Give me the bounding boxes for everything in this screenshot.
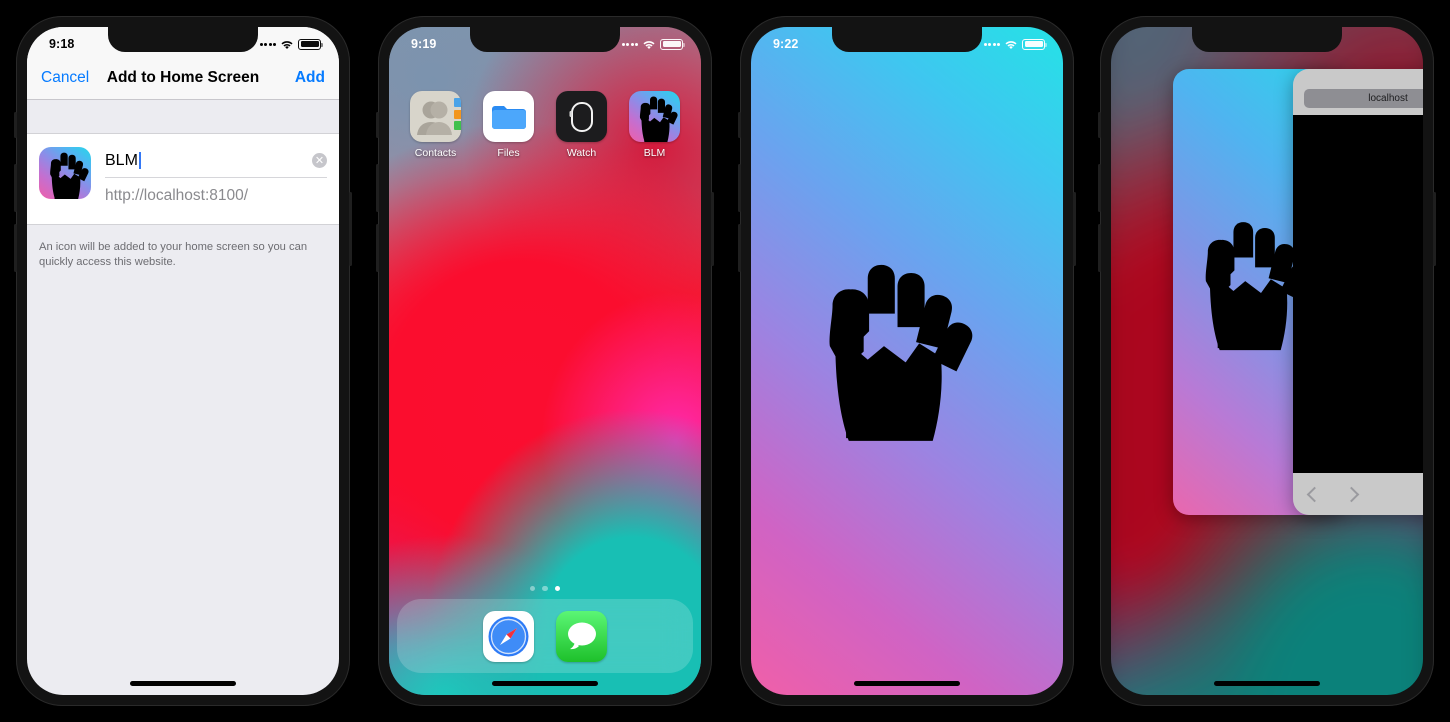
dock: [397, 599, 693, 673]
form-note: An icon will be added to your home scree…: [39, 241, 308, 268]
volume-down-button[interactable]: [376, 224, 379, 272]
page-dot[interactable]: [529, 585, 536, 591]
page-dot[interactable]: [542, 585, 548, 591]
bookmark-form: BLM ✕ http://localhost:8100/: [27, 133, 339, 225]
title-input-value[interactable]: BLM: [105, 152, 138, 170]
power-button[interactable]: [1433, 192, 1436, 266]
add-button[interactable]: Add: [295, 69, 325, 87]
page-dots[interactable]: [389, 585, 701, 591]
volume-up-button[interactable]: [14, 164, 17, 212]
phone2-screen: 9:19 Contacts Files Watch BLM: [389, 27, 701, 695]
silent-switch[interactable]: [14, 112, 17, 138]
silent-switch[interactable]: [1098, 112, 1101, 138]
app-blm[interactable]: BLM: [618, 91, 691, 159]
app-label: BLM: [643, 147, 666, 159]
notch: [1192, 27, 1342, 52]
phone-splash-screen: 9:22: [738, 16, 1076, 706]
home-indicator[interactable]: [854, 681, 960, 686]
home-indicator[interactable]: [492, 681, 598, 686]
phone3-screen: 9:22: [751, 27, 1063, 695]
silent-switch[interactable]: [738, 112, 741, 138]
power-button[interactable]: [349, 192, 352, 266]
notch: [108, 27, 258, 52]
blm-fist-icon: [829, 264, 973, 441]
watch-icon: [556, 91, 607, 142]
phone-add-to-home-screen: 9:18 Cancel Add to Home Screen Add BLM ✕…: [14, 16, 352, 706]
app-files[interactable]: Files: [472, 91, 545, 159]
form-background: [27, 231, 339, 695]
url-field[interactable]: http://localhost:8100/: [105, 178, 327, 214]
app-label: Contacts: [414, 147, 457, 159]
contacts-tabs: [454, 98, 461, 133]
volume-up-button[interactable]: [738, 164, 741, 212]
safari-icon[interactable]: [483, 610, 534, 662]
messages-icon[interactable]: [556, 610, 607, 662]
blm-fist-icon: [629, 91, 680, 142]
phone-app-switcher: BLM Safari: [1098, 16, 1436, 706]
chevron-right-icon[interactable]: [1343, 486, 1360, 502]
volume-down-button[interactable]: [14, 224, 17, 272]
app-label: Files: [497, 147, 520, 159]
clear-circle-icon[interactable]: ✕: [312, 153, 327, 168]
screenshot-stage: 9:18 Cancel Add to Home Screen Add BLM ✕…: [0, 0, 1450, 722]
app-switcher-cards: BLM Safari: [1111, 27, 1423, 695]
home-indicator[interactable]: [1214, 681, 1320, 686]
app-card-safari[interactable]: localhost: [1293, 69, 1423, 515]
page-dot-active[interactable]: [554, 585, 561, 591]
volume-down-button[interactable]: [1098, 224, 1101, 272]
notch: [832, 27, 982, 52]
home-indicator[interactable]: [130, 681, 236, 686]
files-icon: [483, 91, 534, 142]
title-field-row[interactable]: BLM ✕: [105, 144, 327, 178]
app-contacts[interactable]: Contacts: [399, 91, 472, 159]
silent-switch[interactable]: [376, 112, 379, 138]
safari-toolbar: [1293, 473, 1423, 515]
chevron-left-icon[interactable]: [1306, 486, 1323, 502]
notch: [470, 27, 620, 52]
app-watch[interactable]: Watch: [545, 91, 618, 159]
contacts-icon: [410, 91, 461, 142]
home-screen-grid: Contacts Files Watch BLM: [389, 91, 701, 159]
cancel-button[interactable]: Cancel: [41, 69, 89, 87]
url-value: http://localhost:8100/: [105, 187, 249, 204]
volume-down-button[interactable]: [738, 224, 741, 272]
phone-home-screen: 9:19 Contacts Files Watch BLM: [376, 16, 714, 706]
safari-page-body: [1293, 115, 1423, 473]
phone4-screen: BLM Safari: [1111, 27, 1423, 695]
blm-fist-icon: [39, 147, 91, 199]
sheet-gap: [27, 100, 339, 133]
volume-up-button[interactable]: [376, 164, 379, 212]
phone1-screen: 9:18 Cancel Add to Home Screen Add BLM ✕…: [27, 27, 339, 695]
app-label: Watch: [566, 147, 597, 159]
volume-up-button[interactable]: [1098, 164, 1101, 212]
text-caret: [138, 152, 141, 169]
power-button[interactable]: [711, 192, 714, 266]
safari-url-text: localhost: [1368, 93, 1408, 104]
safari-url-bar[interactable]: localhost: [1304, 89, 1423, 108]
power-button[interactable]: [1073, 192, 1076, 266]
